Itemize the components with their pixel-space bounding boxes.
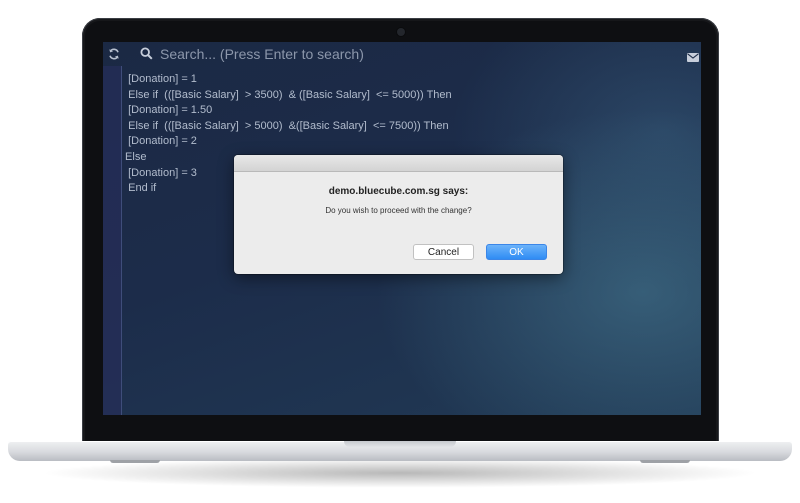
code-line: Else if (([Basic Salary] > 5000) &([Basi… [122,119,449,132]
top-bar [103,42,701,66]
editor-gutter [103,66,122,415]
code-line: [Donation] = 2 [122,135,197,148]
laptop-foot [640,460,690,463]
laptop-notch [344,441,456,447]
search-input[interactable] [160,44,630,64]
code-line: [Donation] = 1 [122,73,197,85]
cancel-button[interactable]: Cancel [413,244,474,260]
search-icon[interactable] [140,47,153,60]
confirm-dialog: demo.bluecube.com.sg says: Do you wish t… [234,155,563,274]
code-line: Else if (([Basic Salary] > 3500) & ([Bas… [122,88,452,101]
code-line: [Donation] = 1.50 [122,104,213,117]
dialog-message: Do you wish to proceed with the change? [325,206,472,215]
dialog-title: demo.bluecube.com.sg says: [328,186,469,197]
dialog-titlebar [234,155,563,172]
mail-icon[interactable] [687,49,699,62]
camera [397,28,405,36]
laptop-foot [110,460,160,463]
refresh-icon[interactable] [108,47,120,60]
ok-button[interactable]: OK [486,244,547,260]
